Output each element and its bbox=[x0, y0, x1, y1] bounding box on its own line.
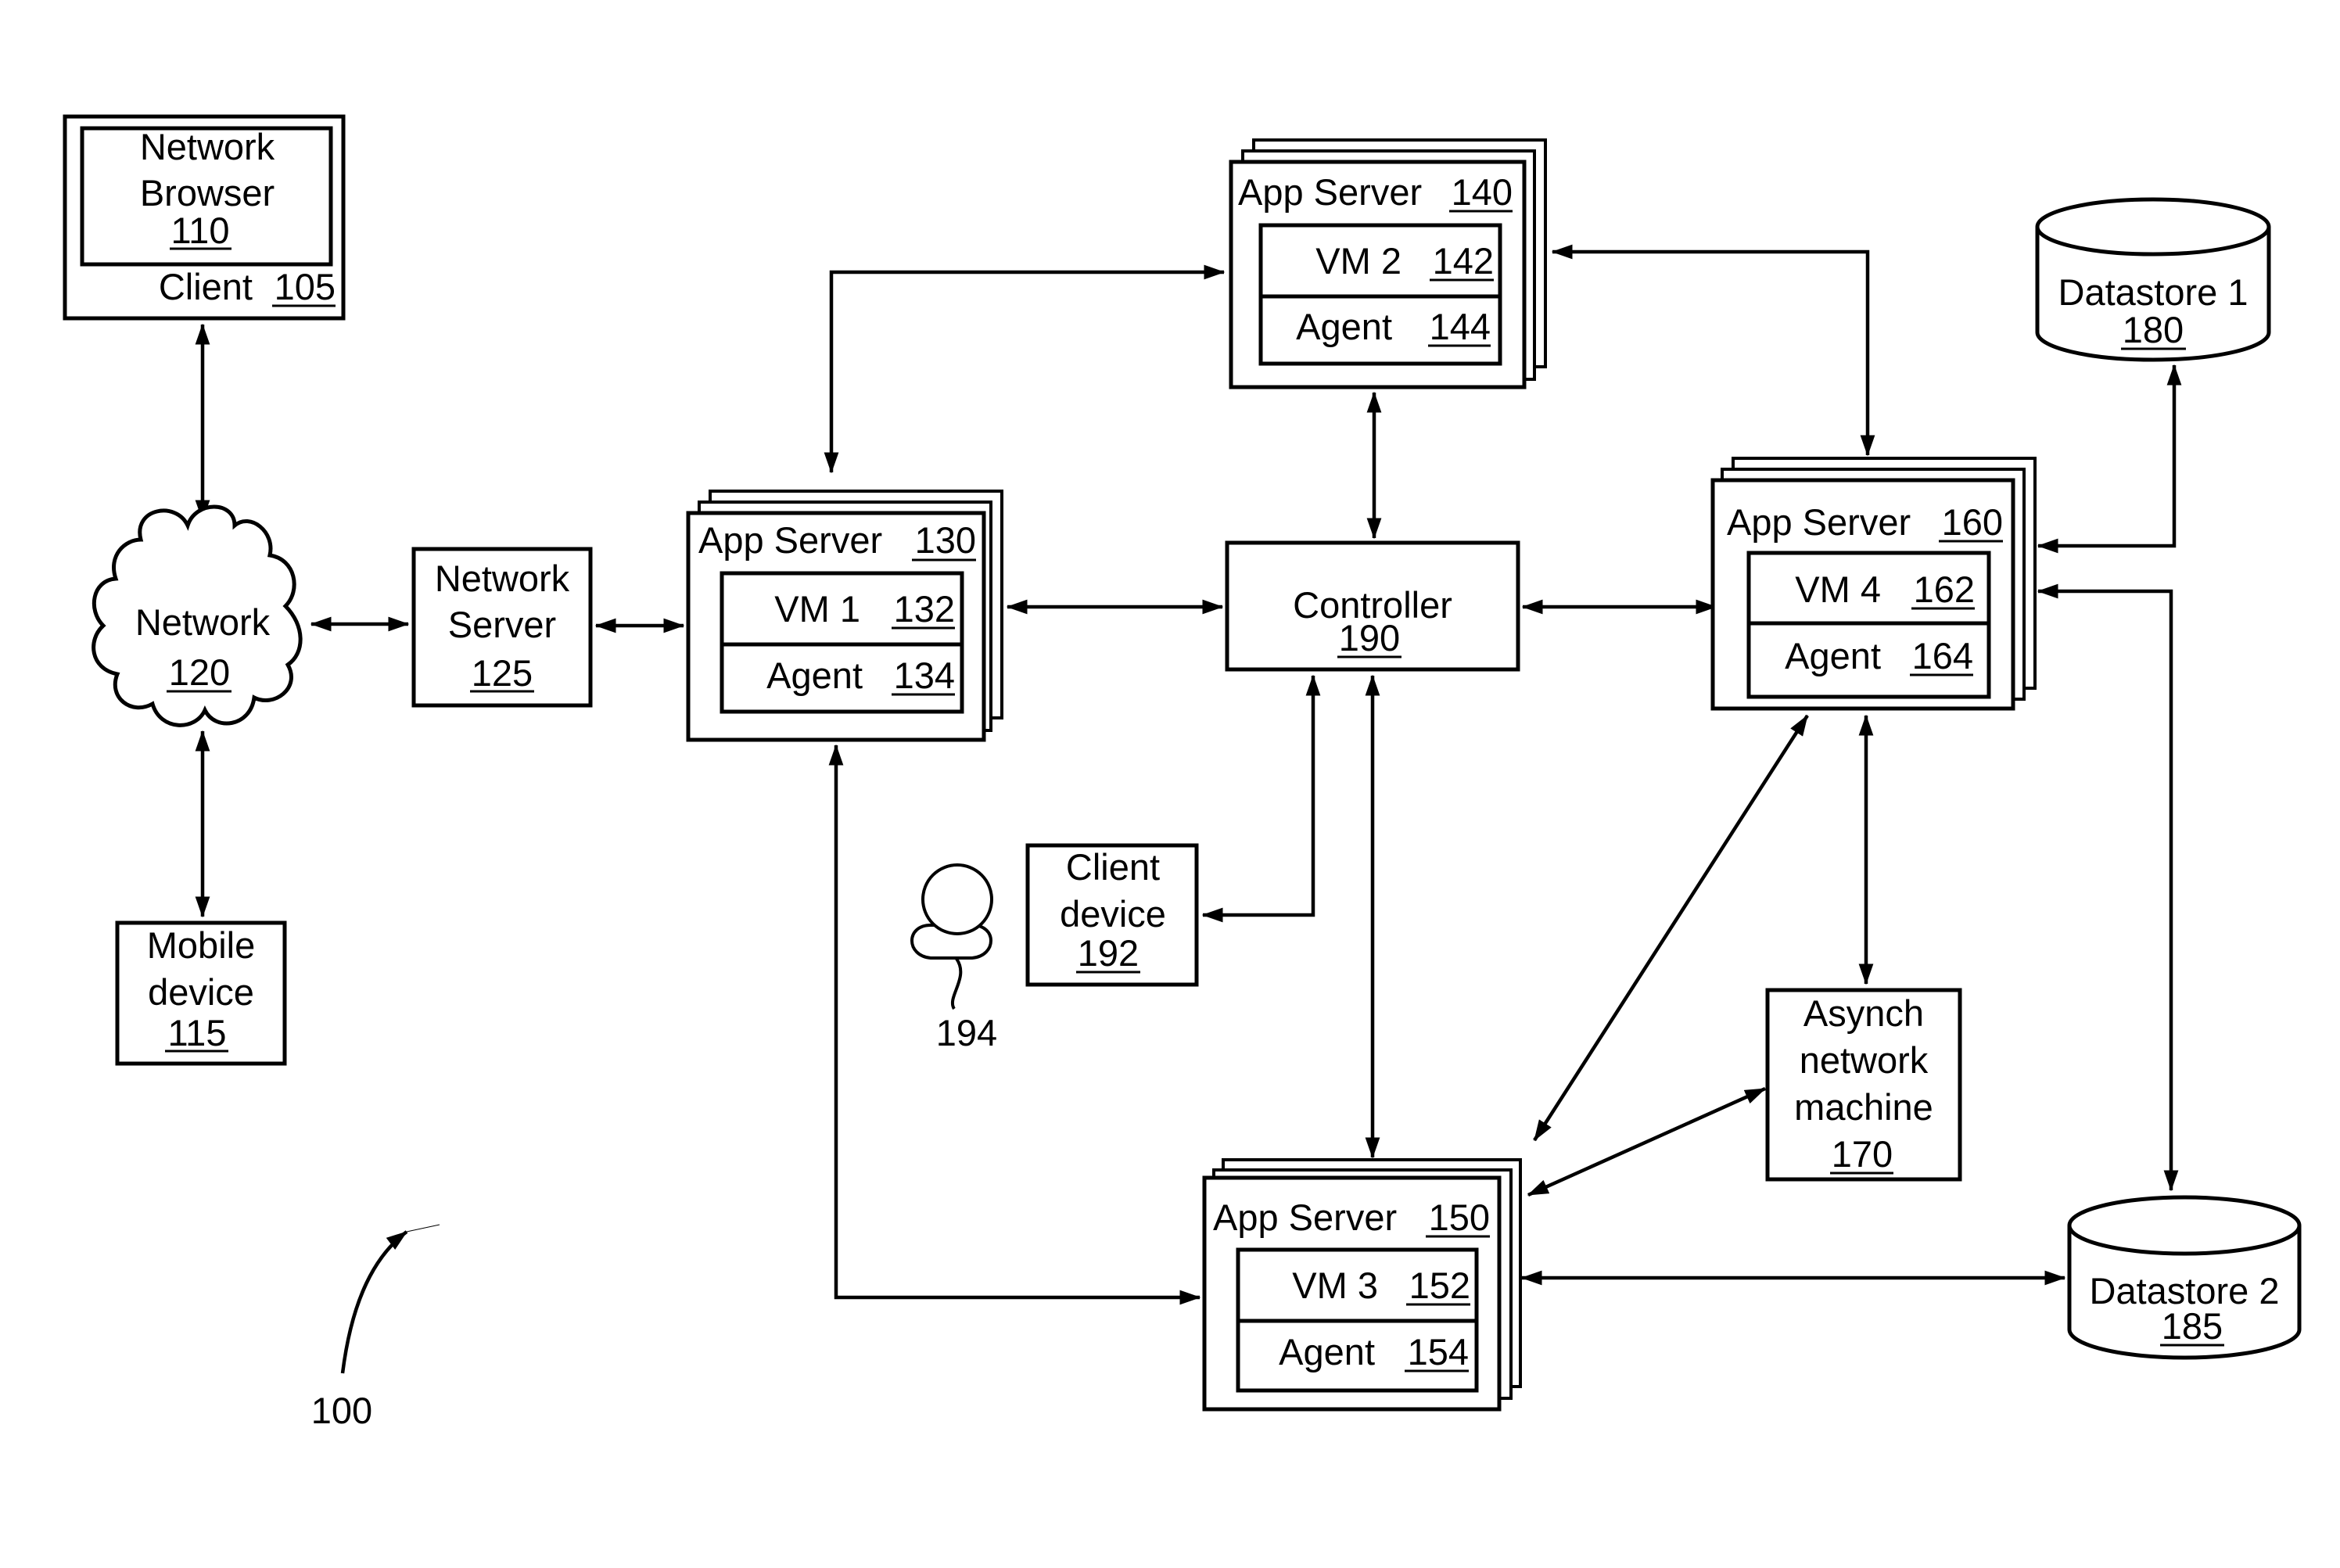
connector-controller-clientdevice bbox=[1201, 674, 1321, 923]
asynch-network-machine-170[interactable]: Asynch network machine 170 bbox=[1765, 988, 1962, 1182]
app150-label: App Server bbox=[1213, 1197, 1397, 1238]
system-diagram: Network Browser 110 Client 105 Network 1… bbox=[63, 114, 2302, 1431]
user-194: 194 bbox=[910, 863, 997, 1053]
vm3-number: 152 bbox=[1409, 1265, 1470, 1306]
netserver-label-line2: Server bbox=[448, 604, 556, 645]
connector-app160-datastore2 bbox=[2037, 583, 2179, 1192]
browser-label-line1: Network bbox=[140, 126, 275, 167]
datastore-2-185[interactable]: Datastore 2 185 bbox=[2067, 1195, 2302, 1360]
user-number: 194 bbox=[936, 1012, 997, 1053]
client-label: Client bbox=[159, 266, 253, 307]
datastore-1-180[interactable]: Datastore 1 180 bbox=[2035, 197, 2271, 362]
app-server-160[interactable]: App Server 160 VM 4 162 Agent 164 bbox=[1710, 457, 2037, 711]
netserver-number: 125 bbox=[472, 652, 533, 694]
network-cloud-120[interactable]: Network 120 bbox=[92, 504, 303, 727]
agent154-number: 154 bbox=[1408, 1331, 1469, 1372]
vm1-number: 132 bbox=[894, 588, 955, 630]
network-server-125[interactable]: Network Server 125 bbox=[411, 547, 593, 708]
app160-label: App Server bbox=[1727, 501, 1911, 543]
agent144-label: Agent bbox=[1296, 306, 1392, 347]
vm3-label: VM 3 bbox=[1292, 1265, 1378, 1306]
agent164-number: 164 bbox=[1912, 635, 1973, 676]
app160-number: 160 bbox=[1942, 501, 2003, 543]
client-device-number: 192 bbox=[1078, 932, 1139, 974]
app130-number: 130 bbox=[915, 519, 976, 561]
mobile-label-line2: device bbox=[148, 971, 254, 1013]
mobile-device-115[interactable]: Mobile device 115 bbox=[115, 920, 287, 1066]
agent144-number: 144 bbox=[1430, 306, 1491, 347]
vm4-label: VM 4 bbox=[1795, 569, 1881, 610]
vm2-number: 142 bbox=[1433, 240, 1494, 282]
asynch-label-line1: Asynch bbox=[1803, 992, 1924, 1034]
vm4-number: 162 bbox=[1914, 569, 1975, 610]
client-device-label-line2: device bbox=[1060, 893, 1166, 935]
asynch-number: 170 bbox=[1832, 1133, 1893, 1175]
app-server-130[interactable]: App Server 130 VM 1 132 Agent 134 bbox=[686, 490, 1003, 742]
client-device-label-line1: Client bbox=[1066, 846, 1160, 888]
client-number: 105 bbox=[275, 266, 336, 307]
agent134-label: Agent bbox=[766, 655, 863, 696]
connector-app130-app140 bbox=[824, 264, 1226, 474]
asynch-label-line3: machine bbox=[1794, 1086, 1933, 1128]
client-device-192[interactable]: Client device 192 bbox=[1025, 843, 1199, 987]
asynch-label-line2: network bbox=[1800, 1039, 1929, 1081]
app130-label: App Server bbox=[698, 519, 882, 561]
network-label: Network bbox=[135, 601, 271, 643]
app150-number: 150 bbox=[1429, 1197, 1490, 1238]
figure-number: 100 bbox=[311, 1390, 372, 1431]
datastore1-number: 180 bbox=[2123, 309, 2184, 350]
browser-number: 110 bbox=[171, 210, 230, 251]
app140-label: App Server bbox=[1238, 171, 1422, 213]
connector-app160-datastore1 bbox=[2037, 364, 2182, 554]
network-number: 120 bbox=[169, 651, 230, 693]
connector-app140-app160 bbox=[1551, 244, 1875, 457]
vm1-label: VM 1 bbox=[774, 588, 860, 630]
figure-reference-100: 100 bbox=[311, 1224, 440, 1431]
agent164-label: Agent bbox=[1785, 635, 1881, 676]
controller-190[interactable]: Controller 190 bbox=[1225, 540, 1520, 672]
app-server-150[interactable]: App Server 150 VM 3 152 Agent 154 bbox=[1202, 1158, 1522, 1412]
app-server-140[interactable]: App Server 140 VM 2 142 Agent 144 bbox=[1229, 138, 1547, 389]
browser-label-line2: Browser bbox=[140, 172, 275, 213]
agent134-number: 134 bbox=[894, 655, 955, 696]
connector-app130-app150 bbox=[828, 744, 1201, 1305]
agent154-label: Agent bbox=[1279, 1331, 1375, 1372]
controller-number: 190 bbox=[1339, 617, 1400, 658]
datastore1-label: Datastore 1 bbox=[2058, 271, 2248, 313]
datastore2-number: 185 bbox=[2162, 1305, 2223, 1347]
connector-asynch-app150 bbox=[1527, 1086, 1767, 1197]
client-105[interactable]: Network Browser 110 Client 105 bbox=[63, 114, 346, 321]
curved-arrow-icon bbox=[340, 1230, 408, 1374]
mobile-label-line1: Mobile bbox=[147, 924, 255, 966]
person-icon bbox=[910, 863, 993, 1010]
netserver-label-line1: Network bbox=[435, 558, 570, 599]
mobile-number: 115 bbox=[168, 1012, 227, 1053]
vm2-label: VM 2 bbox=[1315, 240, 1401, 282]
app140-number: 140 bbox=[1452, 171, 1513, 213]
